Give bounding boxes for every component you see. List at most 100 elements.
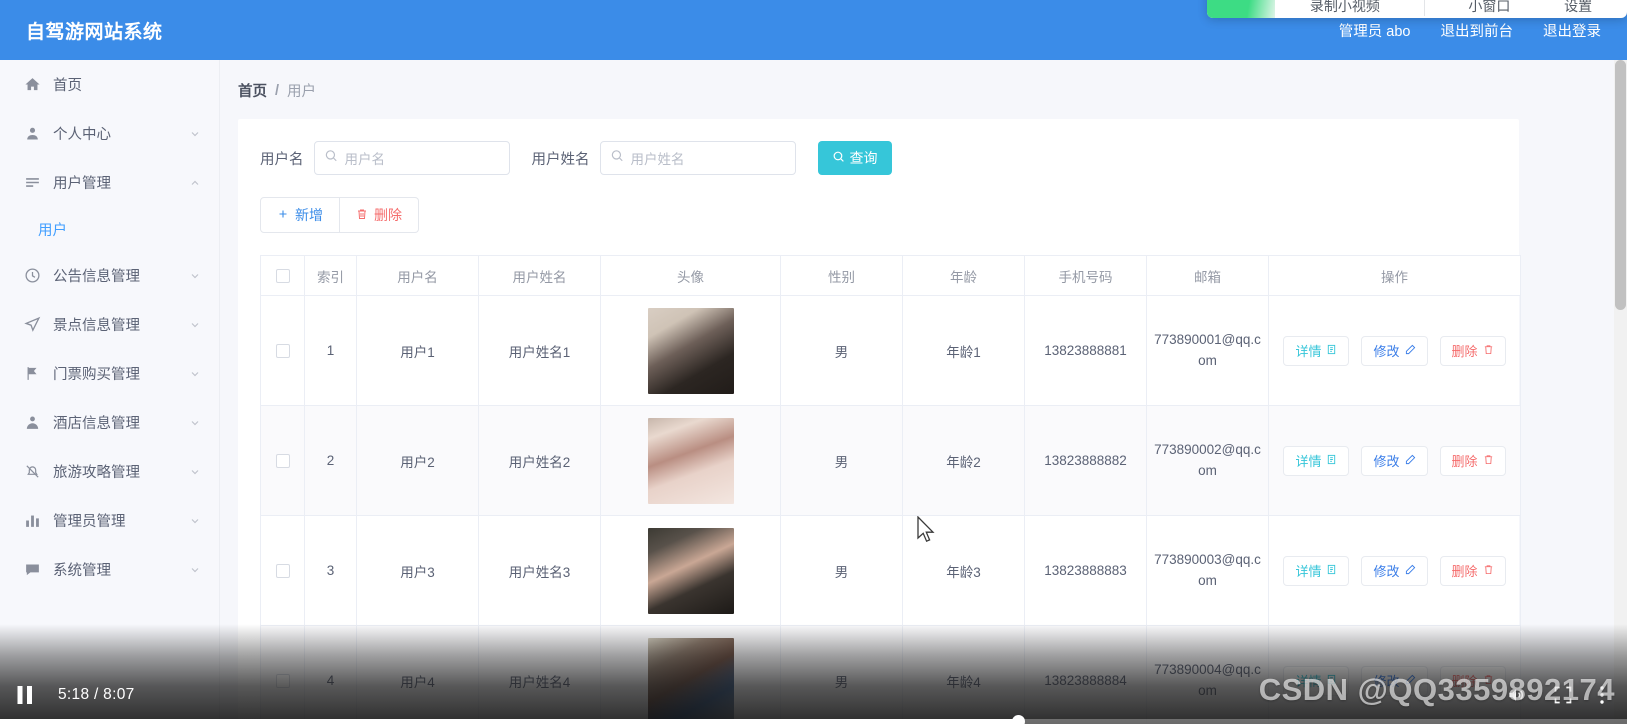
row-index: 1 bbox=[304, 295, 357, 406]
delete-button[interactable]: 删除 bbox=[340, 197, 419, 233]
recorder-drag-handle[interactable] bbox=[1207, 0, 1275, 18]
table-row: 3 用户3 用户姓名3 男 年龄3 13823888883 773890003@… bbox=[260, 515, 1521, 626]
row-username: 用户2 bbox=[356, 405, 479, 516]
recorder-record-video-button[interactable]: 录制小视频 bbox=[1300, 0, 1390, 16]
row-phone: 13823888881 bbox=[1024, 295, 1147, 406]
admin-user-link[interactable]: 管理员 abo bbox=[1339, 20, 1411, 41]
sidebar-item-system-management[interactable]: 系统管理 bbox=[0, 545, 219, 594]
avatar-user-3[interactable] bbox=[647, 527, 734, 614]
page-scrollbar-thumb[interactable] bbox=[1615, 60, 1626, 310]
row-username: 用户3 bbox=[356, 515, 479, 626]
video-progress-played bbox=[0, 719, 1020, 724]
realname-search-placeholder: 用户姓名 bbox=[630, 152, 685, 167]
row-checkbox[interactable] bbox=[275, 344, 290, 359]
detail-button[interactable]: 详情 bbox=[1283, 445, 1350, 476]
select-all-header[interactable] bbox=[260, 255, 305, 296]
sidebar-subitem-user[interactable]: 用户 bbox=[0, 207, 219, 251]
app-root: 自驾游网站系统 管理员 abo 退出到前台 退出登录 录制小视频 小窗口 设置 … bbox=[0, 0, 1627, 724]
screen-recorder-toolbar[interactable]: 录制小视频 小窗口 设置 bbox=[1207, 0, 1627, 18]
realname-search-input[interactable]: 用户姓名 bbox=[599, 141, 796, 175]
search-icon bbox=[610, 149, 624, 168]
row-select-cell[interactable] bbox=[260, 515, 305, 626]
edit-button[interactable]: 修改 bbox=[1361, 445, 1428, 476]
search-icon bbox=[324, 149, 338, 168]
row-delete-button[interactable]: 删除 bbox=[1439, 335, 1506, 366]
document-icon bbox=[1326, 453, 1337, 468]
sidebar-item-notice-management[interactable]: 公告信息管理 bbox=[0, 251, 219, 300]
col-phone: 手机号码 bbox=[1024, 255, 1147, 296]
message-icon bbox=[22, 560, 42, 580]
video-progress-knob[interactable] bbox=[1012, 715, 1025, 724]
sidebar-item-user-management[interactable]: 用户管理 bbox=[0, 158, 219, 207]
chevron-down-icon bbox=[189, 319, 201, 331]
username-filter-label: 用户名 bbox=[260, 151, 304, 168]
sidebar-item-label: 用户管理 bbox=[53, 176, 111, 192]
detail-button-label: 详情 bbox=[1295, 344, 1322, 359]
row-delete-button[interactable]: 删除 bbox=[1439, 445, 1506, 476]
recorder-mini-window-button[interactable]: 小窗口 bbox=[1458, 0, 1520, 16]
document-icon bbox=[1326, 343, 1337, 358]
col-gender: 性别 bbox=[780, 255, 903, 296]
row-age: 年龄1 bbox=[902, 295, 1025, 406]
pencil-icon bbox=[1405, 343, 1416, 358]
row-delete-button[interactable]: 删除 bbox=[1439, 555, 1506, 586]
row-select-cell[interactable] bbox=[260, 405, 305, 516]
user-icon bbox=[22, 124, 42, 144]
breadcrumb-home[interactable]: 首页 bbox=[238, 80, 267, 101]
table-row: 1 用户1 用户姓名1 男 年龄1 13823888881 773890001@… bbox=[260, 295, 1521, 406]
row-select-cell[interactable] bbox=[260, 295, 305, 406]
sidebar-item-hotel-info-management[interactable]: 酒店信息管理 bbox=[0, 398, 219, 447]
pencil-icon bbox=[1405, 453, 1416, 468]
bell-off-icon bbox=[22, 462, 42, 482]
pause-icon[interactable] bbox=[16, 685, 34, 705]
person-icon bbox=[22, 413, 42, 433]
recorder-settings-button[interactable]: 设置 bbox=[1554, 0, 1602, 16]
add-button[interactable]: 新增 bbox=[260, 197, 340, 233]
video-progress-bar[interactable] bbox=[0, 715, 1627, 724]
chevron-up-icon bbox=[189, 177, 201, 189]
sidebar-item-ticket-purchase-management[interactable]: 门票购买管理 bbox=[0, 349, 219, 398]
col-age: 年龄 bbox=[902, 255, 1025, 296]
row-checkbox[interactable] bbox=[275, 564, 290, 579]
sidebar-item-label: 门票购买管理 bbox=[53, 367, 140, 383]
row-email: 773890001@qq.com bbox=[1146, 295, 1269, 406]
row-delete-button-label: 删除 bbox=[1451, 344, 1478, 359]
avatar-user-1[interactable] bbox=[647, 307, 734, 394]
query-button[interactable]: 查询 bbox=[817, 141, 892, 175]
row-index: 2 bbox=[304, 405, 357, 516]
exit-to-front-link[interactable]: 退出到前台 bbox=[1441, 20, 1514, 41]
chevron-down-icon bbox=[189, 564, 201, 576]
sidebar-item-home[interactable]: 首页 bbox=[0, 60, 219, 109]
avatar-user-2[interactable] bbox=[647, 417, 734, 504]
sidebar-item-label: 系统管理 bbox=[53, 563, 111, 579]
chevron-down-icon bbox=[189, 128, 201, 140]
row-avatar-cell bbox=[600, 405, 781, 516]
edit-button[interactable]: 修改 bbox=[1361, 555, 1428, 586]
detail-button[interactable]: 详情 bbox=[1283, 555, 1350, 586]
detail-button-label: 详情 bbox=[1295, 454, 1322, 469]
filter-bar: 用户名 用户名 用户姓名 用户姓名 查询 bbox=[260, 141, 1499, 175]
logout-link[interactable]: 退出登录 bbox=[1543, 20, 1601, 41]
edit-button-label: 修改 bbox=[1373, 344, 1400, 359]
breadcrumb-user[interactable]: 用户 bbox=[287, 80, 316, 101]
select-all-checkbox[interactable] bbox=[275, 269, 290, 284]
sidebar-item-travel-guide-management[interactable]: 旅游攻略管理 bbox=[0, 447, 219, 496]
row-age: 年龄2 bbox=[902, 405, 1025, 516]
breadcrumb: 首页 / 用户 bbox=[220, 60, 1619, 101]
delete-button-label: 删除 bbox=[374, 207, 402, 223]
col-avatar: 头像 bbox=[600, 255, 781, 296]
edit-button-label: 修改 bbox=[1373, 564, 1400, 579]
row-age: 年龄3 bbox=[902, 515, 1025, 626]
username-search-input[interactable]: 用户名 bbox=[313, 141, 510, 175]
col-realname: 用户姓名 bbox=[478, 255, 601, 296]
realname-filter-label: 用户姓名 bbox=[531, 151, 590, 168]
detail-button[interactable]: 详情 bbox=[1283, 335, 1350, 366]
sidebar-item-personal-center[interactable]: 个人中心 bbox=[0, 109, 219, 158]
video-time-display: 5:18 / 8:07 bbox=[58, 686, 135, 703]
header-nav: 管理员 abo 退出到前台 退出登录 bbox=[1339, 20, 1627, 41]
sidebar-item-administrator-management[interactable]: 管理员管理 bbox=[0, 496, 219, 545]
sidebar-item-scenic-info-management[interactable]: 景点信息管理 bbox=[0, 300, 219, 349]
row-checkbox[interactable] bbox=[275, 454, 290, 469]
edit-button[interactable]: 修改 bbox=[1361, 335, 1428, 366]
edit-button-label: 修改 bbox=[1373, 454, 1400, 469]
